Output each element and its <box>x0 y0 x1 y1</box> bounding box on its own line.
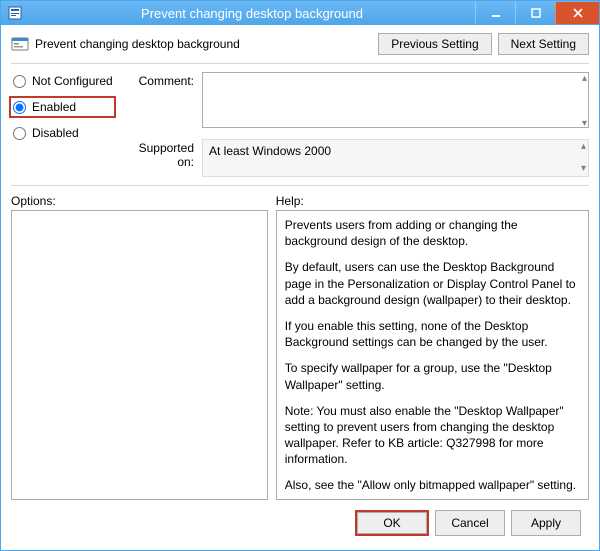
scroll-up-icon: ▴ <box>582 74 587 84</box>
settings-grid: Not Configured Enabled Disabled Comment:… <box>11 72 589 177</box>
help-text: Also, see the "Allow only bitmapped wall… <box>285 477 580 493</box>
help-box[interactable]: Prevents users from adding or changing t… <box>276 210 589 500</box>
help-text: Note: You must also enable the "Desktop … <box>285 403 580 468</box>
app-icon <box>1 6 29 20</box>
scroll-down-icon: ▾ <box>581 164 586 174</box>
options-panel: Options: <box>11 194 268 500</box>
help-panel: Help: Prevents users from adding or chan… <box>276 194 589 500</box>
help-text: Prevents users from adding or changing t… <box>285 217 580 249</box>
minimize-button[interactable] <box>475 2 515 24</box>
radio-not-configured-input[interactable] <box>13 75 26 88</box>
client-area: Prevent changing desktop background Prev… <box>1 25 599 550</box>
previous-setting-button[interactable]: Previous Setting <box>378 33 491 55</box>
help-text: By default, users can use the Desktop Ba… <box>285 259 580 308</box>
state-radio-group: Not Configured Enabled Disabled <box>11 72 116 142</box>
radio-enabled-label: Enabled <box>32 100 76 114</box>
comment-field[interactable] <box>202 72 589 128</box>
comment-field-wrap: ▴ ▾ <box>202 72 589 131</box>
supported-on-label: Supported on: <box>124 139 194 169</box>
options-box[interactable] <box>11 210 268 500</box>
scroll-down-icon: ▾ <box>582 119 587 129</box>
next-setting-button[interactable]: Next Setting <box>498 33 589 55</box>
apply-button[interactable]: Apply <box>511 510 581 536</box>
supported-on-box: At least Windows 2000 ▴ ▾ <box>202 139 589 177</box>
help-text: To specify wallpaper for a group, use th… <box>285 360 580 392</box>
window-controls <box>475 2 599 24</box>
radio-disabled[interactable]: Disabled <box>13 126 116 140</box>
titlebar[interactable]: Prevent changing desktop background <box>1 1 599 25</box>
help-text: If you enable this setting, none of the … <box>285 318 580 350</box>
divider <box>11 185 589 186</box>
supported-on-value: At least Windows 2000 <box>209 144 331 158</box>
policy-icon <box>11 35 29 53</box>
radio-not-configured-label: Not Configured <box>32 74 113 88</box>
lower-panels: Options: Help: Prevents users from addin… <box>11 194 589 500</box>
radio-enabled[interactable]: Enabled <box>13 100 108 114</box>
cancel-button[interactable]: Cancel <box>435 510 505 536</box>
ok-button[interactable]: OK <box>357 512 427 534</box>
radio-disabled-input[interactable] <box>13 127 26 140</box>
options-label: Options: <box>11 194 268 208</box>
comment-label: Comment: <box>124 72 194 88</box>
radio-disabled-label: Disabled <box>32 126 79 140</box>
policy-name: Prevent changing desktop background <box>35 37 240 51</box>
enabled-highlight: Enabled <box>9 96 116 118</box>
close-button[interactable] <box>555 2 599 24</box>
ok-highlight: OK <box>355 510 429 536</box>
radio-enabled-input[interactable] <box>13 101 26 114</box>
help-label: Help: <box>276 194 589 208</box>
header-row: Prevent changing desktop background Prev… <box>11 33 589 55</box>
dialog-footer: OK Cancel Apply <box>11 504 589 544</box>
radio-not-configured[interactable]: Not Configured <box>13 74 116 88</box>
maximize-button[interactable] <box>515 2 555 24</box>
scroll-up-icon: ▴ <box>581 142 586 152</box>
window-title: Prevent changing desktop background <box>29 6 475 21</box>
gpo-editor-window: Prevent changing desktop background Prev… <box>0 0 600 551</box>
divider <box>11 63 589 64</box>
